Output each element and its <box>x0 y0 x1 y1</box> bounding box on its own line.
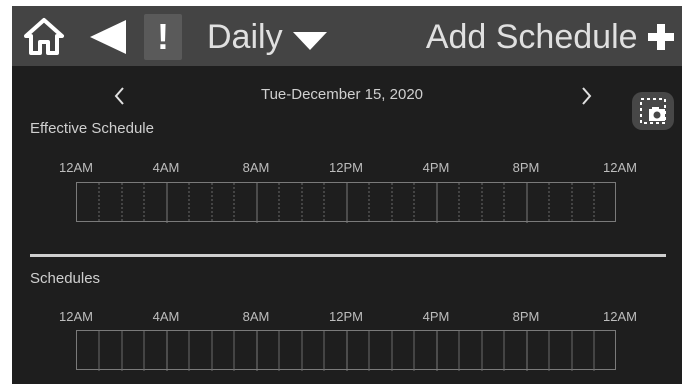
back-button[interactable] <box>86 18 130 56</box>
mode-label: Daily <box>207 18 283 56</box>
timeline-grid <box>98 331 595 371</box>
hour-label: 4AM <box>152 309 180 324</box>
mode-dropdown[interactable]: Daily <box>207 14 328 60</box>
add-schedule-label: Add Schedule <box>425 18 638 56</box>
hour-label: 12AM <box>59 309 93 324</box>
hour-label: 12PM <box>329 309 363 324</box>
hour-label: 4AM <box>152 160 180 175</box>
section-divider <box>30 254 666 257</box>
plus-icon <box>648 24 674 55</box>
home-button[interactable] <box>22 16 66 56</box>
hour-label: 12AM <box>603 160 637 175</box>
hour-label: 8AM <box>242 309 270 324</box>
hour-label: 8PM <box>512 160 540 175</box>
effective-hour-labels: 12AM 4AM 8AM 12PM 4PM 8PM 12AM <box>12 160 682 178</box>
schedules-hour-labels: 12AM 4AM 8AM 12PM 4PM 8PM 12AM <box>12 309 682 327</box>
hour-label: 12AM <box>59 160 93 175</box>
alert-label: ! <box>157 16 169 57</box>
hour-label: 12PM <box>329 160 363 175</box>
effective-schedule-title: Effective Schedule <box>30 120 154 137</box>
chevron-down-icon <box>293 32 328 55</box>
chevron-right-icon <box>582 87 592 105</box>
schedules-timeline[interactable] <box>76 330 616 371</box>
hour-label: 4PM <box>422 309 450 324</box>
hour-label: 8PM <box>512 309 540 324</box>
current-date: Tue-December 15, 2020 <box>260 86 424 103</box>
camera-icon <box>640 98 666 124</box>
back-triangle-icon <box>90 20 126 54</box>
effective-timeline[interactable] <box>76 182 616 223</box>
top-bar: ! Daily Add Schedule <box>12 6 682 66</box>
chevron-left-icon <box>114 87 124 105</box>
previous-day-button[interactable] <box>108 84 132 108</box>
alert-button[interactable]: ! <box>144 14 182 60</box>
thermostat-screen: ! Daily Add Schedule Tue-December 15, 20… <box>12 6 682 384</box>
home-icon <box>24 18 64 55</box>
snapshot-button[interactable] <box>632 92 674 130</box>
add-schedule-button[interactable]: Add Schedule <box>426 14 674 60</box>
hour-label: 4PM <box>422 160 450 175</box>
hour-label: 8AM <box>242 160 270 175</box>
hour-label: 12AM <box>603 309 637 324</box>
timeline-grid <box>98 183 595 223</box>
next-day-button[interactable] <box>574 84 598 108</box>
schedules-title: Schedules <box>30 270 101 287</box>
